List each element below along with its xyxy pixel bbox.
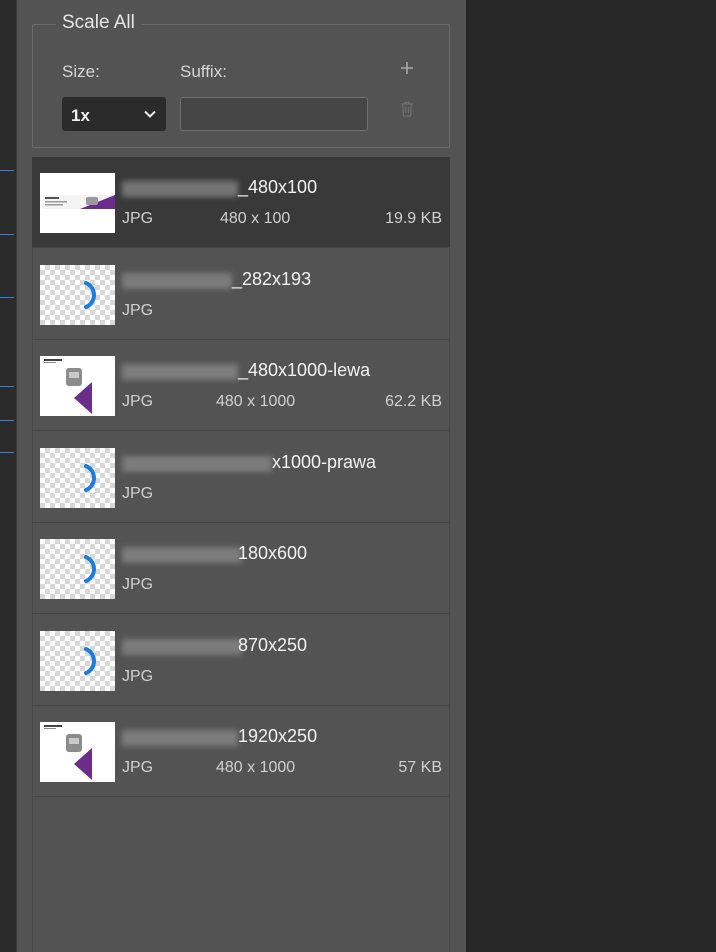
plus-icon: [400, 61, 414, 80]
redacted-name: [122, 456, 272, 472]
guide-line: [0, 297, 14, 298]
loading-spinner-thumbnail: [40, 539, 115, 599]
preview-panel: [466, 0, 716, 952]
asset-file-size: 57 KB: [398, 759, 442, 776]
chevron-down-icon: [143, 107, 157, 126]
asset-name: _480x1000-lewa: [238, 360, 371, 380]
loading-spinner-thumbnail: [40, 265, 115, 325]
asset-row[interactable]: x1000-prawa JPG: [32, 432, 450, 523]
guide-line: [0, 170, 14, 171]
asset-dimensions: 480 x 1000: [216, 759, 296, 776]
loading-spinner-thumbnail: [40, 631, 115, 691]
redacted-name: [122, 730, 238, 746]
asset-name: _282x193: [232, 269, 312, 289]
asset-thumbnail: [40, 173, 115, 233]
redacted-name: [122, 364, 238, 380]
asset-format: JPG: [122, 668, 154, 685]
loading-spinner-thumbnail: [40, 448, 115, 508]
asset-name: 180x600: [238, 543, 308, 563]
asset-format: JPG: [122, 485, 154, 502]
asset-name: _480x100: [238, 177, 318, 197]
asset-thumbnail: [40, 722, 115, 782]
guide-line: [0, 386, 14, 387]
asset-dimensions: 480 x 1000: [216, 393, 296, 410]
asset-format: JPG: [122, 759, 154, 776]
left-canvas-strip: [0, 0, 16, 952]
panel-divider: [16, 0, 17, 952]
redacted-name: [122, 181, 238, 197]
asset-name: 1920x250: [238, 726, 318, 746]
asset-dimensions: 480 x 100: [220, 210, 291, 227]
size-select-value: 1x: [71, 106, 90, 125]
asset-row[interactable]: 870x250 JPG: [32, 615, 450, 706]
size-select[interactable]: 1x: [62, 97, 166, 131]
asset-row[interactable]: _480x1000-lewa JPG 480 x 1000 62.2 KB: [32, 340, 450, 431]
trash-icon: [400, 101, 414, 122]
redacted-name: [122, 273, 232, 289]
asset-row[interactable]: 1920x250 JPG 480 x 1000 57 KB: [32, 706, 450, 797]
asset-file-size: 19.9 KB: [385, 210, 442, 227]
redacted-name: [122, 547, 242, 563]
add-scale-button[interactable]: [397, 60, 417, 80]
asset-name: x1000-prawa: [272, 452, 377, 472]
asset-file-size: 62.2 KB: [385, 393, 442, 410]
redacted-name: [122, 639, 242, 655]
suffix-input[interactable]: [180, 97, 368, 131]
suffix-label: Suffix:: [180, 62, 227, 81]
asset-format: JPG: [122, 210, 154, 227]
asset-format: JPG: [122, 576, 154, 593]
size-label: Size:: [62, 62, 100, 81]
guide-line: [0, 420, 14, 421]
delete-scale-button[interactable]: [397, 101, 417, 121]
asset-format: JPG: [122, 393, 154, 410]
asset-row[interactable]: _480x100 JPG 480 x 100 19.9 KB: [32, 157, 450, 248]
asset-thumbnail: [40, 356, 115, 416]
guide-line: [0, 234, 14, 235]
asset-row[interactable]: 180x600 JPG: [32, 523, 450, 614]
scale-all-title: Scale All: [56, 12, 141, 34]
asset-format: JPG: [122, 302, 154, 319]
asset-name: 870x250: [238, 635, 308, 655]
guide-line: [0, 452, 14, 453]
asset-row[interactable]: _282x193 JPG: [32, 249, 450, 340]
